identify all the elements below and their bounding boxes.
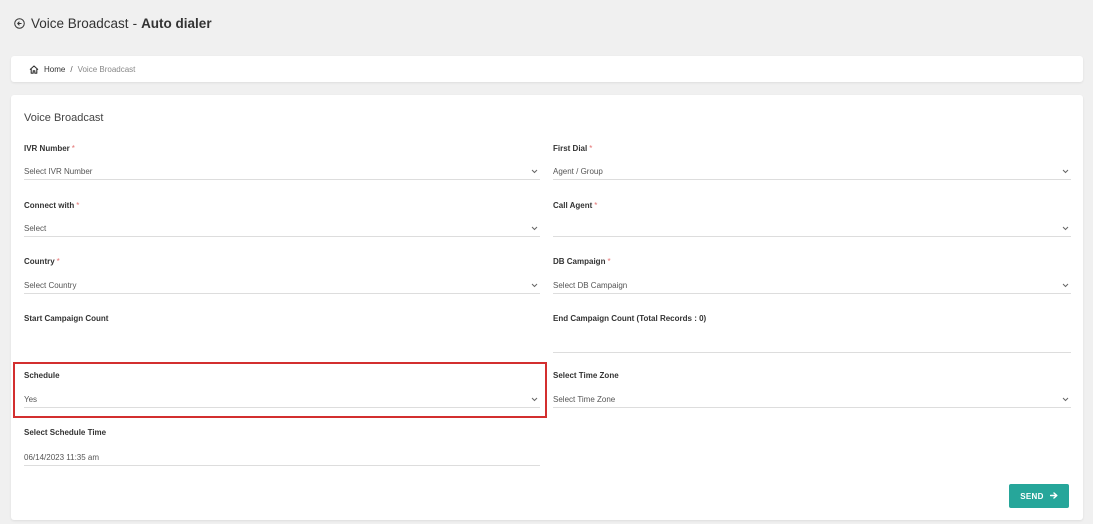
ivr-number-select[interactable]: Select IVR Number xyxy=(24,164,540,180)
required-mark: * xyxy=(71,144,75,153)
db-campaign-select[interactable]: Select DB Campaign xyxy=(553,278,1071,294)
chevron-down-icon xyxy=(531,169,540,174)
chevron-down-icon xyxy=(531,397,540,402)
country-select[interactable]: Select Country xyxy=(24,278,540,294)
call-agent-label: Call Agent * xyxy=(553,201,598,210)
schedule-label: Schedule xyxy=(24,371,60,380)
chevron-down-icon xyxy=(531,283,540,288)
page-title: Voice Broadcast xyxy=(31,15,129,31)
schedule-time-label: Select Schedule Time xyxy=(24,428,107,437)
chevron-down-icon xyxy=(1062,226,1071,231)
first-dial-label: First Dial * xyxy=(553,144,593,153)
schedule-highlight-box xyxy=(13,362,547,418)
home-icon[interactable] xyxy=(29,64,39,74)
breadcrumb-home-link[interactable]: Home xyxy=(44,65,65,74)
connect-with-select[interactable]: Select xyxy=(24,221,540,237)
page-header: Voice Broadcast - Auto dialer xyxy=(0,0,1093,46)
back-circle-arrow-icon[interactable] xyxy=(14,17,25,29)
end-campaign-count-label: End Campaign Count (Total Records : 0) xyxy=(553,314,707,323)
first-dial-select[interactable]: Agent / Group xyxy=(553,164,1071,180)
chevron-down-icon xyxy=(1062,283,1071,288)
chevron-down-icon xyxy=(1062,397,1071,402)
time-zone-select[interactable]: Select Time Zone xyxy=(553,392,1071,408)
end-campaign-count-input[interactable] xyxy=(553,337,1071,353)
country-label: Country * xyxy=(24,257,60,266)
page-title-separator: - xyxy=(132,15,138,31)
breadcrumb: Home / Voice Broadcast xyxy=(11,56,1083,82)
schedule-select[interactable]: Yes xyxy=(24,392,540,408)
form-title: Voice Broadcast xyxy=(24,112,104,124)
required-mark: * xyxy=(594,201,598,210)
db-campaign-label: DB Campaign * xyxy=(553,257,611,266)
send-button[interactable]: SEND xyxy=(1009,484,1069,508)
connect-with-label: Connect with * xyxy=(24,201,80,210)
start-campaign-count-label: Start Campaign Count xyxy=(24,314,109,323)
time-zone-label: Select Time Zone xyxy=(553,371,619,380)
call-agent-select[interactable] xyxy=(553,221,1071,237)
chevron-down-icon xyxy=(1062,169,1071,174)
breadcrumb-separator: / xyxy=(70,64,73,74)
start-campaign-count-input[interactable] xyxy=(24,337,540,353)
required-mark: * xyxy=(589,144,593,153)
required-mark: * xyxy=(607,257,611,266)
voice-broadcast-form: Voice Broadcast IVR Number * Select IVR N… xyxy=(11,95,1083,520)
arrow-right-icon xyxy=(1049,491,1058,501)
ivr-number-label: IVR Number * xyxy=(24,144,75,153)
page-subtitle: Auto dialer xyxy=(141,15,212,31)
required-mark: * xyxy=(56,257,60,266)
required-mark: * xyxy=(76,201,80,210)
schedule-time-input[interactable]: 06/14/2023 11:35 am xyxy=(24,450,540,466)
chevron-down-icon xyxy=(531,226,540,231)
breadcrumb-current: Voice Broadcast xyxy=(77,64,136,74)
